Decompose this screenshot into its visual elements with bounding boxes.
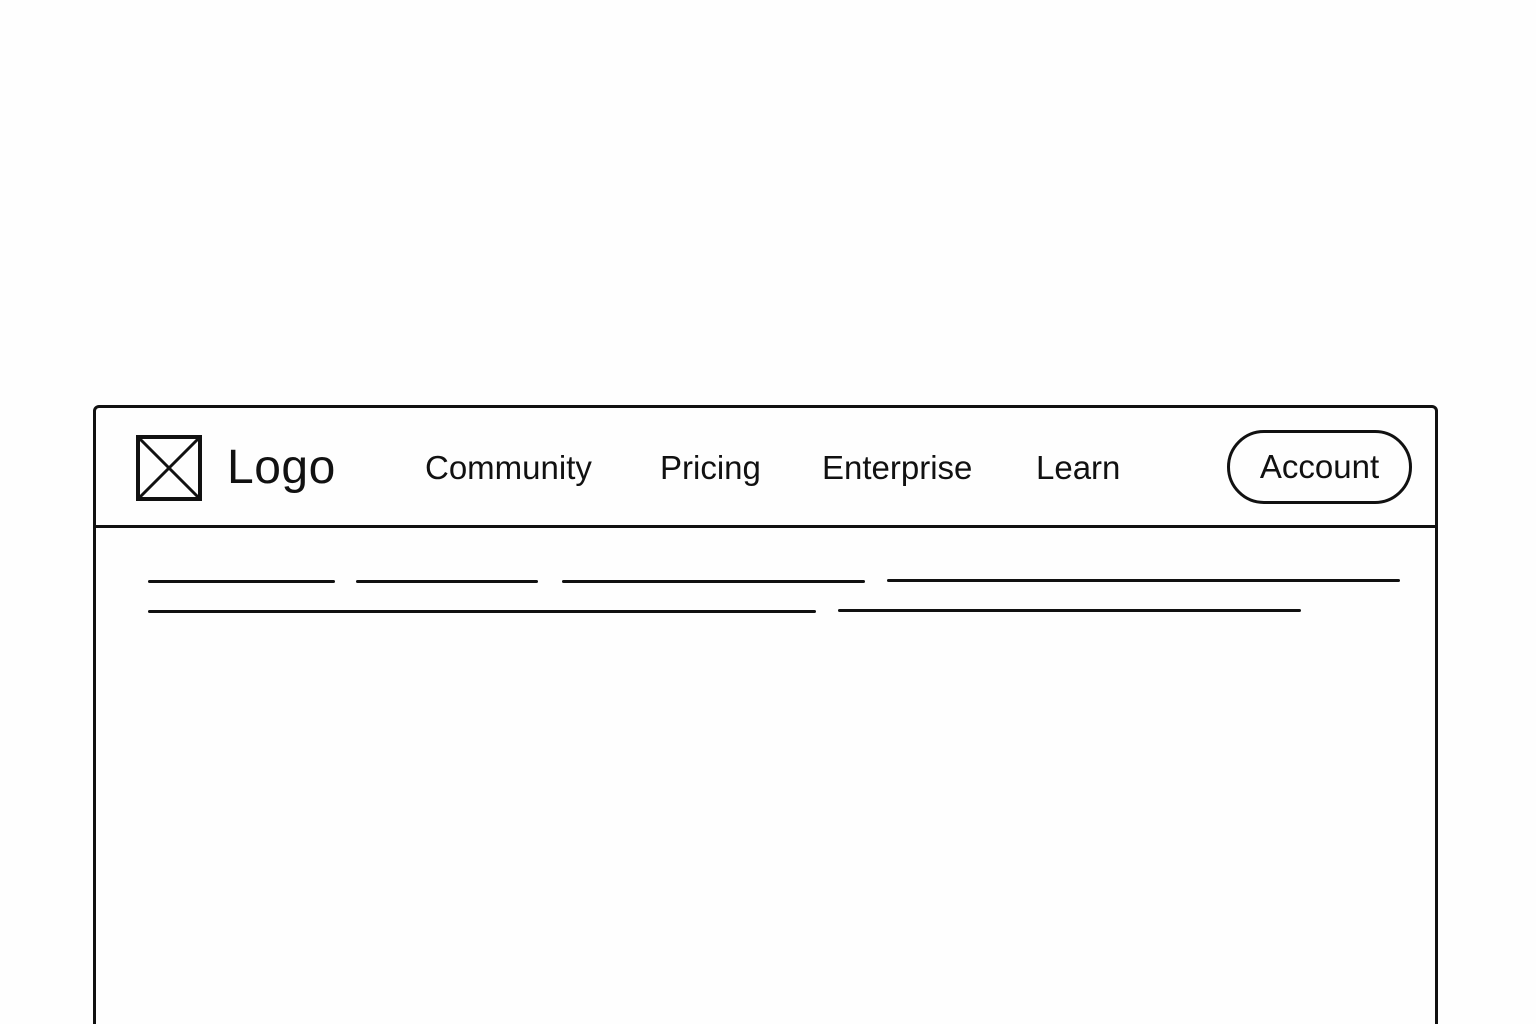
nav-link-learn[interactable]: Learn bbox=[1036, 448, 1120, 488]
logo-text[interactable]: Logo bbox=[227, 438, 336, 498]
image-placeholder-icon[interactable] bbox=[136, 435, 202, 501]
nav-link-enterprise[interactable]: Enterprise bbox=[822, 448, 972, 488]
text-placeholder-line bbox=[148, 610, 816, 613]
text-placeholder-line bbox=[562, 580, 865, 583]
account-button[interactable]: Account bbox=[1227, 430, 1412, 504]
text-placeholder-line bbox=[838, 609, 1301, 612]
top-navbar: Logo Community Pricing Enterprise Learn … bbox=[96, 408, 1435, 528]
text-placeholder-line bbox=[887, 579, 1400, 582]
browser-window-frame: Logo Community Pricing Enterprise Learn … bbox=[93, 405, 1438, 1024]
nav-link-pricing[interactable]: Pricing bbox=[660, 448, 761, 488]
page: Logo Community Pricing Enterprise Learn … bbox=[0, 0, 1536, 1024]
text-placeholder-line bbox=[148, 580, 335, 583]
text-placeholder-line bbox=[356, 580, 538, 583]
nav-link-community[interactable]: Community bbox=[425, 448, 592, 488]
